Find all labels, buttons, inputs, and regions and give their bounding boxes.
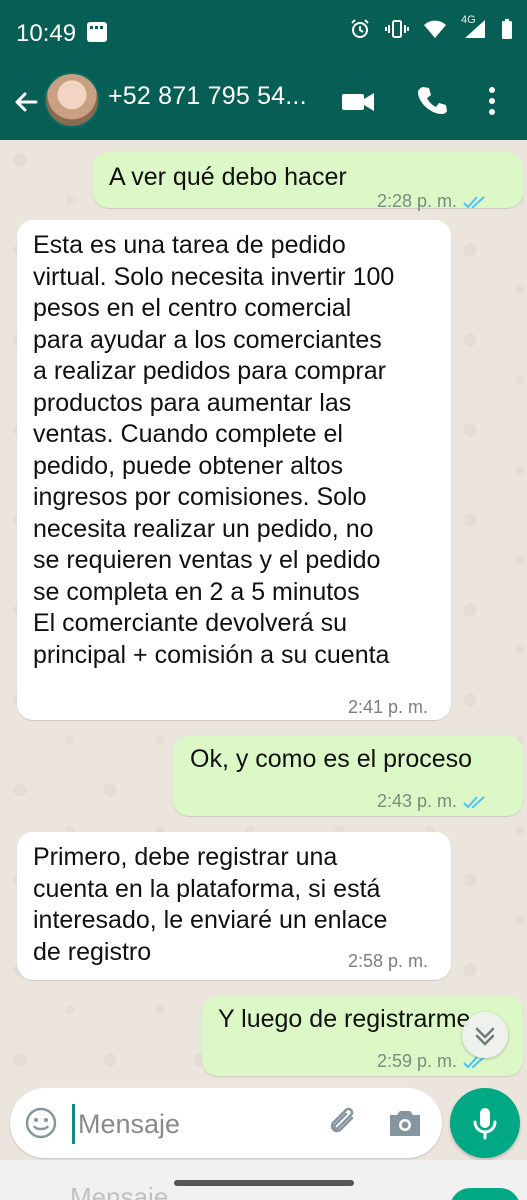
message-meta: 2:41 p. m. — [348, 692, 428, 724]
chat-header: +52 871 795 54... — [0, 64, 527, 140]
network-type-label: 4G — [461, 14, 476, 26]
message-composer — [10, 1088, 442, 1158]
message-input[interactable] — [76, 1102, 320, 1146]
text-cursor — [72, 1104, 75, 1144]
status-bar: 10:49 4G — [0, 0, 527, 64]
attach-icon[interactable] — [326, 1104, 362, 1142]
wifi-icon — [424, 20, 446, 38]
notification-app-icon — [87, 22, 107, 42]
status-time: 10:49 — [16, 20, 77, 47]
message-bubble-incoming[interactable]: Primero, debe registrar una cuenta en la… — [17, 832, 451, 980]
message-text: Y luego de registrarme — [218, 1005, 471, 1033]
vibrate-icon — [385, 20, 409, 38]
gesture-handle[interactable] — [174, 1180, 354, 1186]
camera-icon[interactable] — [386, 1106, 424, 1140]
system-navigation-bar: Mensaje — [0, 1160, 527, 1200]
scroll-to-bottom-button[interactable] — [462, 1012, 508, 1058]
message-meta: 2:58 p. m. — [348, 946, 428, 978]
phone-icon[interactable] — [416, 84, 448, 116]
message-bubble-outgoing[interactable]: Ok, y como es el proceso 2:43 p. m. — [173, 736, 523, 816]
alarm-icon — [351, 19, 369, 38]
avatar[interactable] — [44, 72, 100, 128]
message-text: A ver qué debo hacer — [109, 163, 347, 191]
message-time: 2:41 p. m. — [348, 697, 429, 717]
ghost-mic-button — [450, 1188, 520, 1200]
cell-signal: 4G — [461, 14, 487, 40]
battery-icon — [502, 19, 512, 39]
contact-name[interactable]: +52 871 795 54... — [108, 82, 307, 111]
message-text: Ok, y como es el proceso — [190, 745, 473, 773]
ghost-composer-text: Mensaje — [70, 1182, 169, 1200]
message-bubble-outgoing[interactable]: A ver qué debo hacer 2:28 p. m. — [93, 152, 523, 211]
message-text: Primero, debe registrar una cuenta en la… — [33, 843, 388, 966]
more-vert-icon[interactable] — [482, 84, 502, 118]
chevron-down-icon — [475, 1027, 495, 1046]
read-receipt-icon — [463, 196, 485, 209]
video-call-icon[interactable] — [340, 88, 376, 116]
mic-icon — [473, 1108, 497, 1140]
message-time: 2:58 p. m. — [348, 951, 429, 971]
back-arrow-icon[interactable] — [10, 86, 42, 118]
message-time: 2:59 p. m. — [377, 1051, 458, 1071]
message-bubble-incoming[interactable]: Esta es una tarea de pedido virtual. Sol… — [17, 220, 451, 720]
message-text: Esta es una tarea de pedido virtual. Sol… — [33, 231, 395, 669]
message-time: 2:43 p. m. — [377, 791, 458, 811]
chat-area[interactable]: A ver qué debo hacer 2:28 p. m. Esta es … — [0, 140, 527, 1085]
message-time: 2:28 p. m. — [377, 191, 458, 211]
message-meta: 2:43 p. m. — [377, 786, 489, 818]
voice-message-button[interactable] — [450, 1088, 520, 1158]
emoji-icon[interactable] — [24, 1106, 58, 1140]
message-meta: 2:28 p. m. — [377, 186, 489, 218]
read-receipt-icon — [463, 796, 485, 809]
